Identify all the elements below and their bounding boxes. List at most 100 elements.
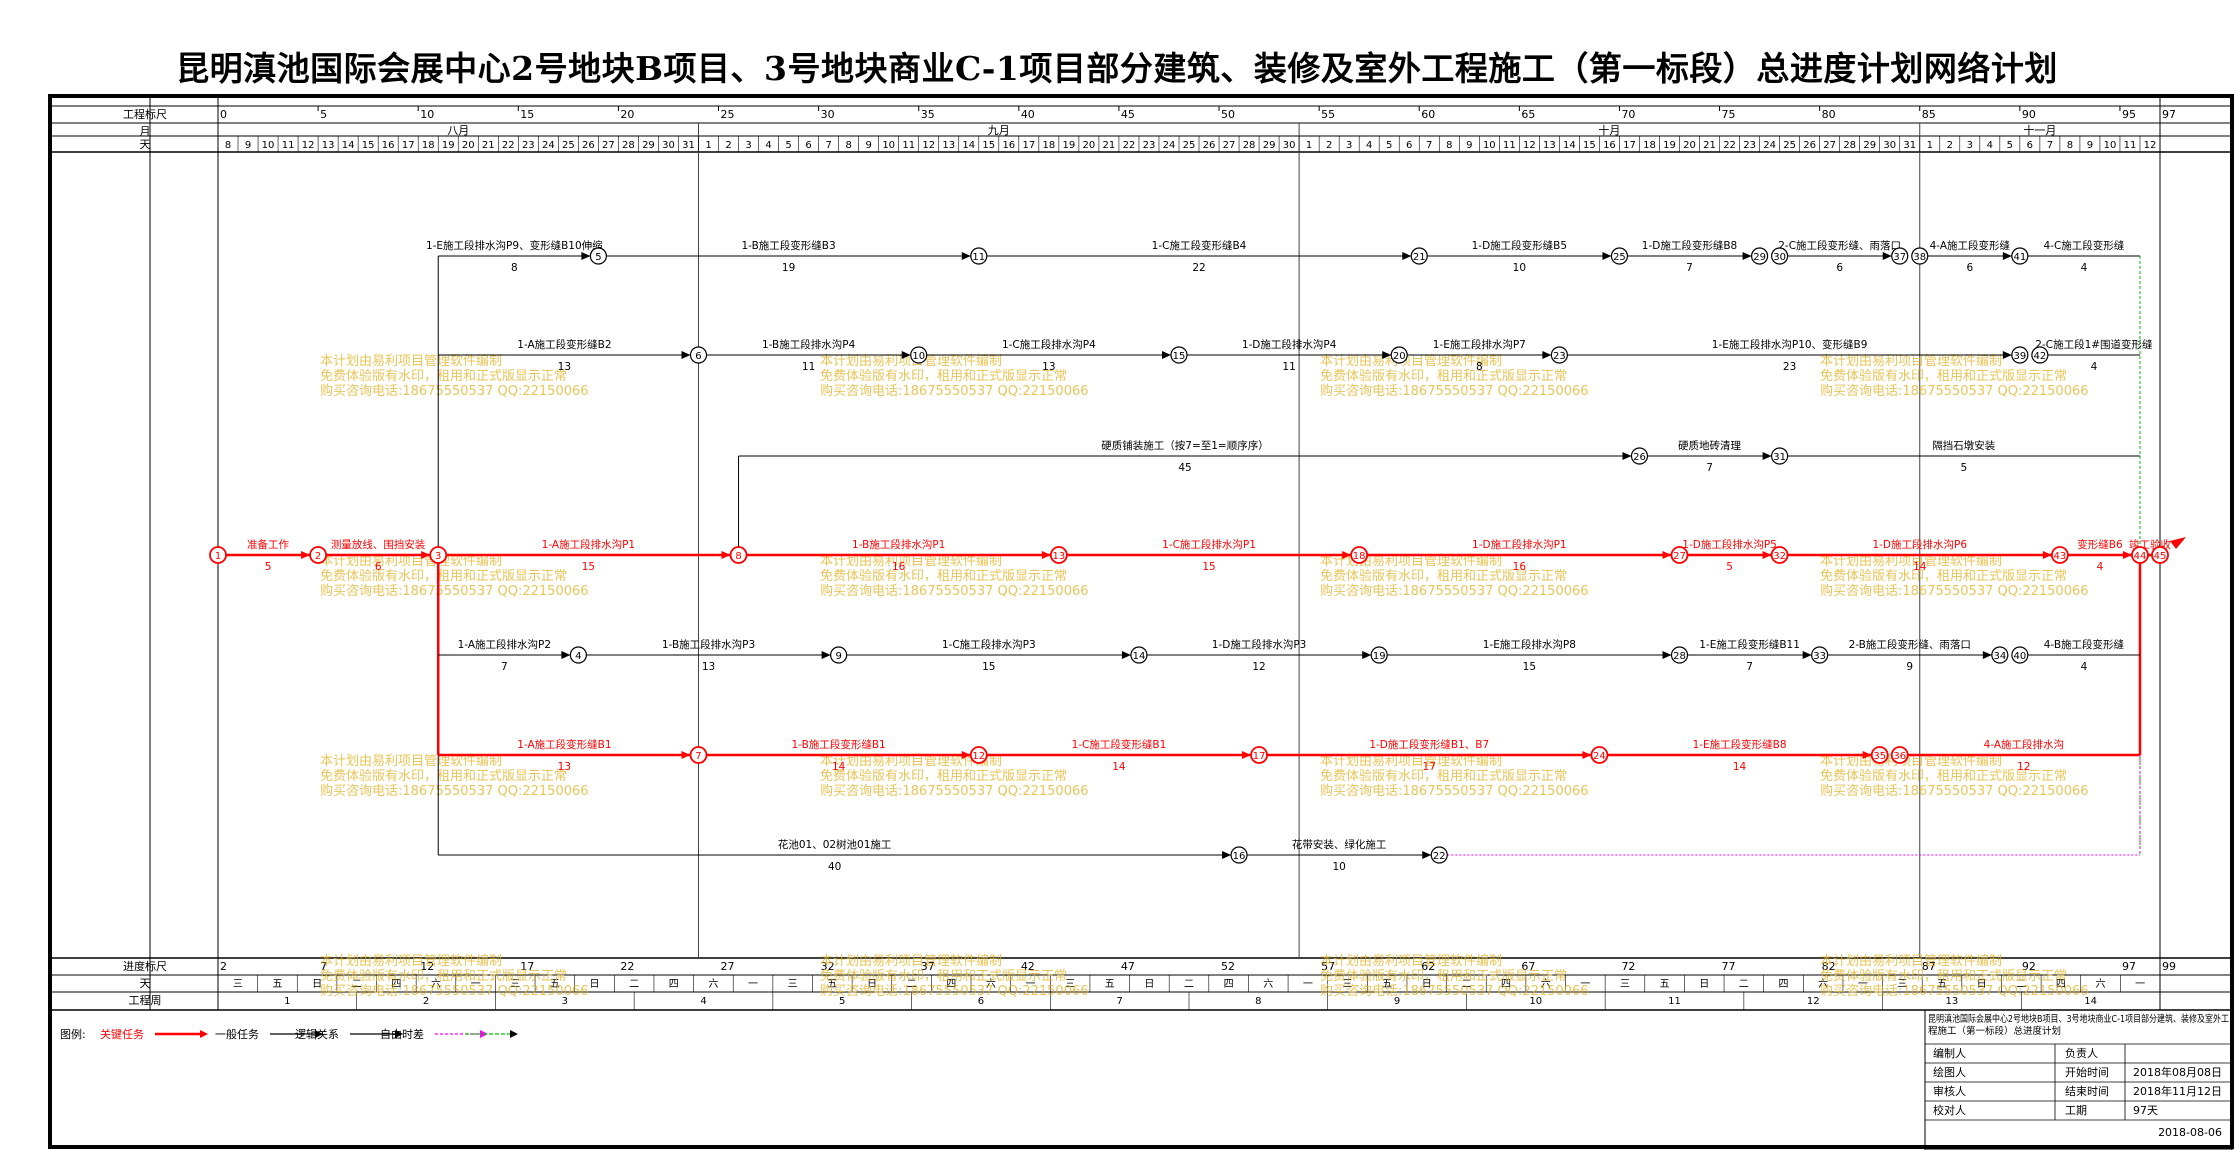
- activity-duration: 15: [582, 561, 595, 573]
- day-label: 4: [1987, 140, 1993, 151]
- day-label: 12: [302, 140, 315, 151]
- scale-tick-label: 15: [520, 108, 534, 121]
- node-label: 11: [972, 252, 985, 263]
- scale-tick-label: 95: [2122, 108, 2136, 121]
- activity-duration: 14: [832, 761, 846, 773]
- activity-name: 1-D施工段变形缝B5: [1472, 239, 1567, 252]
- arrow-head: [1402, 252, 1412, 260]
- node-label: 42: [2034, 351, 2047, 362]
- weekday-label: 五: [272, 979, 282, 990]
- activity-duration: 14: [1913, 561, 1927, 573]
- activity-name: 1-C施工段排水沟P3: [942, 638, 1036, 651]
- arrow-head: [1542, 351, 1552, 359]
- node-label: 27: [1673, 551, 1686, 562]
- arrow-head: [561, 651, 571, 659]
- scale-tick-label: 30: [821, 108, 835, 121]
- activity-duration: 5: [265, 561, 272, 573]
- arrow-head: [2002, 351, 2012, 359]
- activity-name: 测量放线、围挡安装: [331, 538, 426, 551]
- weekday-label: 一: [2135, 979, 2145, 990]
- activity-name: 隔挡石墩安装: [1932, 439, 1995, 452]
- scale-tick-label: 40: [1021, 108, 1035, 121]
- day-label: 16: [1603, 140, 1616, 151]
- day-label: 15: [982, 140, 995, 151]
- day-label: 21: [1703, 140, 1716, 151]
- node-label: 4: [575, 651, 581, 662]
- watermark-text: 免费体验版有水印，租用和正式版显示正常: [820, 568, 1067, 584]
- legend-arrow-icon: [200, 1030, 208, 1038]
- watermark-text: 免费体验版有水印，租用和正式版显示正常: [820, 368, 1067, 384]
- info-table: 昆明滇池国际会展中心2号地块B项目、3号地块商业C-1项目部分建筑、装修及室外工…: [1924, 1009, 2233, 1150]
- activity-duration: 13: [702, 661, 715, 673]
- arrow-head: [1161, 351, 1171, 359]
- scale-tick-label: 20: [620, 108, 634, 121]
- info-row-right: 2018年11月12日: [2133, 1084, 2222, 1098]
- watermark-text: 购买咨询电话:18675550537 QQ:22150066: [320, 783, 589, 799]
- day-label: 13: [942, 140, 955, 151]
- info-row-left: 绘图人: [1933, 1065, 1966, 1079]
- arrow-head: [1622, 452, 1632, 460]
- day-label: 5: [2007, 140, 2013, 151]
- scale-tick-label: 35: [921, 108, 935, 121]
- watermark-text: 免费体验版有水印，租用和正式版显示正常: [1820, 968, 2067, 984]
- scale-tick-label: 75: [1722, 108, 1736, 121]
- day-label: 6: [805, 140, 811, 151]
- month-label: 十一月: [2023, 123, 2056, 137]
- weekday-label: 四: [1224, 979, 1234, 990]
- scale-tick-label: 5: [320, 108, 327, 121]
- node-label: 23: [1553, 351, 1566, 362]
- activity-duration: 5: [1960, 462, 1967, 474]
- day-label: 5: [1386, 140, 1392, 151]
- watermark-text: 购买咨询电话:18675550537 QQ:22150066: [320, 983, 589, 999]
- node-label: 28: [1673, 651, 1686, 662]
- activity-name: 准备工作: [247, 538, 289, 551]
- node-label: 33: [1813, 651, 1826, 662]
- watermark-text: 购买咨询电话:18675550537 QQ:22150066: [320, 383, 589, 399]
- activity-name: 1-E施工段排水沟P10、变形缝B9: [1712, 338, 1868, 351]
- watermark-text: 购买咨询电话:18675550537 QQ:22150066: [1320, 583, 1589, 599]
- watermark-text: 购买咨询电话:18675550537 QQ:22150066: [820, 583, 1089, 599]
- activity-duration: 15: [1523, 661, 1536, 673]
- day-label: 23: [1743, 140, 1756, 151]
- scale-tick-label: 60: [1421, 108, 1435, 121]
- header-row-label: 月: [140, 125, 151, 138]
- day-label: 27: [1823, 140, 1836, 151]
- watermark-text: 免费体验版有水印，租用和正式版显示正常: [820, 968, 1067, 984]
- weekday-label: 二: [1739, 979, 1749, 990]
- activity-duration: 16: [1513, 561, 1527, 573]
- activity-duration: 12: [2017, 761, 2030, 773]
- watermark-text: 免费体验版有水印，租用和正式版显示正常: [1320, 368, 1567, 384]
- legend-item-label: 一般任务: [215, 1028, 259, 1041]
- node-label: 10: [912, 351, 925, 362]
- day-label: 9: [2087, 140, 2093, 151]
- watermark-text: 购买咨询电话:18675550537 QQ:22150066: [820, 783, 1089, 799]
- weekday-label: 一: [1303, 979, 1313, 990]
- weekday-label: 日: [590, 979, 600, 990]
- arrow-head: [1362, 651, 1372, 659]
- day-label: 22: [502, 140, 515, 151]
- scale-tick-label: 50: [1221, 108, 1235, 121]
- arrow-head: [1422, 851, 1432, 859]
- day-label: 25: [1783, 140, 1796, 151]
- watermark-text: 本计划由易利项目管理软件编制: [820, 954, 1002, 969]
- activity-name: 1-D施工段排水沟P1: [1472, 538, 1567, 551]
- node-label: 29: [1753, 252, 1766, 263]
- activity-duration: 6: [375, 561, 382, 573]
- activity-duration: 4: [2091, 361, 2098, 373]
- day-label: 8: [1446, 140, 1452, 151]
- day-label: 21: [1103, 140, 1116, 151]
- activity-duration: 10: [1513, 262, 1526, 274]
- activity-name: 1-A施工段变形缝B2: [517, 338, 611, 351]
- day-label: 20: [1683, 140, 1696, 151]
- activity-name: 4-C施工段变形缝: [2044, 239, 2125, 252]
- day-label: 22: [1123, 140, 1136, 151]
- activity-name: 1-D施工段排水沟P3: [1212, 638, 1307, 651]
- arrow-head: [1982, 651, 1992, 659]
- day-label: 8: [225, 140, 231, 151]
- scale-tick-label: 80: [1822, 108, 1836, 121]
- node-label: 24: [1593, 751, 1606, 762]
- weekday-label: 四: [669, 979, 679, 990]
- day-label: 20: [462, 140, 475, 151]
- activity-duration: 12: [1252, 661, 1265, 673]
- week-label: 8: [1255, 996, 1261, 1007]
